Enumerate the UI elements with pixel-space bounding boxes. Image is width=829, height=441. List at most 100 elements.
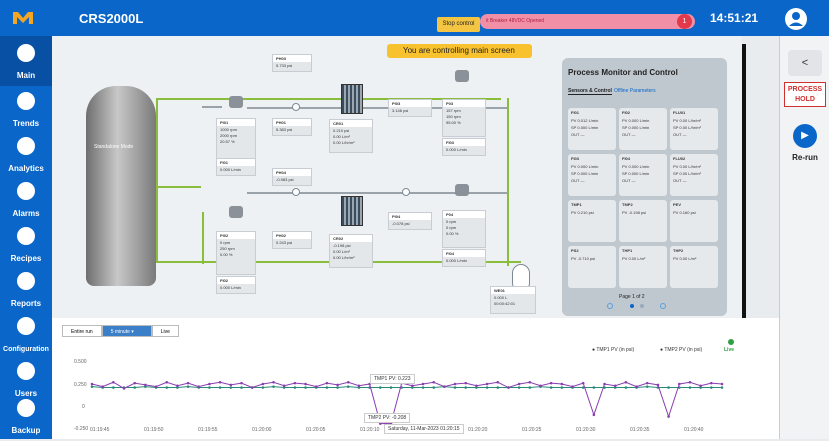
sidebar-item-reports[interactable]: Reports xyxy=(0,264,52,314)
data-point xyxy=(325,381,329,385)
pipe xyxy=(202,212,204,264)
rerun-label[interactable]: Re-run xyxy=(780,153,829,162)
pulse-icon xyxy=(17,92,35,110)
divider xyxy=(742,44,746,318)
monitor-card-value: PV -0.710 psi xyxy=(571,256,596,261)
pump-icon[interactable] xyxy=(229,206,243,218)
card-title: PH03 xyxy=(273,55,311,62)
sensor-card-pi04[interactable]: PI04 -0.078 psi xyxy=(388,212,432,230)
monitor-card-ps2[interactable]: PS2 PV -0.710 psi xyxy=(568,246,616,288)
sensor-card-ph02[interactable]: PH02 0.243 psi xyxy=(272,231,312,249)
valve-icon[interactable] xyxy=(292,188,300,196)
tank xyxy=(86,86,156,286)
sidebar-item-recipes[interactable]: Recipes xyxy=(0,219,52,269)
card-pv: 5.383 psi xyxy=(276,127,293,132)
weight-card-we01[interactable]: WE01 0.000 L 00:00:42:01 xyxy=(490,286,536,314)
filter-cassette-icon[interactable] xyxy=(341,84,363,114)
monitor-card-fi01[interactable]: FI01 PV 0.012 L/min SP 0.000 L/min OUT — xyxy=(568,108,616,150)
alert-count-badge[interactable]: 1 xyxy=(677,14,692,29)
monitor-card-pev[interactable]: PEV PV 0.160 psi xyxy=(670,200,718,242)
monitor-card-value: OUT — xyxy=(571,178,585,183)
pump-icon[interactable] xyxy=(455,184,469,196)
card-title: CR01 xyxy=(330,120,372,127)
pump-card-p04[interactable]: P04 0 rpm 0 rpm 0.00 % xyxy=(442,210,486,248)
data-point xyxy=(549,381,553,385)
monitor-card-tmp2[interactable]: TMP2 PV -0.198 psi xyxy=(619,200,667,242)
back-button[interactable]: < xyxy=(788,50,822,76)
data-point xyxy=(229,386,233,389)
filter-card-cr02[interactable]: CR02 -0.198 psi 0.00 L/m² 0.00 L/hr/m² xyxy=(329,234,373,268)
monitor-card-value: OUT — xyxy=(622,178,636,183)
home-icon xyxy=(17,44,35,62)
sidebar-item-analytics[interactable]: Analytics xyxy=(0,129,52,179)
trend-plot[interactable] xyxy=(52,318,779,439)
pump-icon[interactable] xyxy=(229,96,243,108)
page-dot-active[interactable] xyxy=(630,304,634,308)
sidebar-item-main[interactable]: Main xyxy=(0,36,52,86)
pump-card-p03[interactable]: P03 157 rpm 150 rpm 95.00 % xyxy=(442,99,486,137)
sensor-card-ph04[interactable]: PH04 -0.983 psi xyxy=(272,168,312,186)
filter-cassette-icon[interactable] xyxy=(341,196,363,226)
x-tick: 01:20:25 xyxy=(522,427,542,433)
sidebar-item-trends[interactable]: Trends xyxy=(0,84,52,134)
data-point xyxy=(176,384,179,388)
sidebar-item-label: Reports xyxy=(10,299,42,308)
data-point xyxy=(112,380,115,384)
monitor-card-title: TMP2 xyxy=(622,202,633,207)
data-point xyxy=(304,386,307,389)
monitor-card-thp2[interactable]: THP2 PV 0.00 L/m² xyxy=(670,246,718,288)
sensor-card-fi03[interactable]: FI03 0.000 L/min xyxy=(442,138,486,156)
filter-card-cr01[interactable]: CR01 0.210 psi 0.00 L/m² 0.00 L/hr/m² xyxy=(329,119,373,153)
data-point xyxy=(208,386,211,389)
monitor-card-value: PV 0.000 L/min xyxy=(622,118,650,123)
monitor-card-flu02[interactable]: FLU02 PV 0.00 L/hr/m² SP 0.00 L/hr/m² OUT — xyxy=(670,154,718,196)
user-profile-icon[interactable] xyxy=(785,8,807,30)
sensor-card-fi01[interactable]: FI01 0.000 L/min xyxy=(216,158,256,176)
card-title: FI03 xyxy=(443,139,485,146)
monitor-card-fi02[interactable]: FI02 PV 0.000 L/min SP 0.000 L/min OUT — xyxy=(619,108,667,150)
data-point xyxy=(517,386,521,389)
tank-label: Standalone Mode xyxy=(94,144,134,150)
sensor-card-pi03[interactable]: PI03 3.146 psi xyxy=(388,99,432,117)
monitor-card-thp1[interactable]: THP1 PV 0.00 L/m² xyxy=(619,246,667,288)
data-point xyxy=(592,386,596,389)
data-point xyxy=(165,380,169,384)
monitor-card-flu01[interactable]: FLU01 PV 0.00 L/hr/m² SP 0.00 L/hr/m² OUT — xyxy=(670,108,718,150)
sensor-card-fi04[interactable]: FI04 0.000 L/min xyxy=(442,249,486,267)
sidebar-item-backup[interactable]: Backup xyxy=(0,391,52,441)
pump-icon[interactable] xyxy=(455,70,469,82)
card-title: PI04 xyxy=(389,213,431,220)
tab-sensors-control[interactable]: Sensors & Control xyxy=(568,88,612,95)
sensor-card-ph01[interactable]: PH01 5.383 psi xyxy=(272,118,312,136)
sensor-card-ph03[interactable]: PH03 5.733 psi xyxy=(272,54,312,72)
sensor-card-fi02[interactable]: FI02 0.000 L/min xyxy=(216,276,256,294)
alert-banner[interactable]: it Breaker 48VDC Opened xyxy=(480,14,695,29)
card-title: P03 xyxy=(443,100,485,107)
pump-card-pi02[interactable]: PI02 0 rpm 250 rpm 0.00 % xyxy=(216,231,256,275)
card-pv: -0.983 psi xyxy=(276,177,294,182)
valve-icon[interactable] xyxy=(292,103,300,111)
page-dot[interactable] xyxy=(640,304,644,308)
data-point xyxy=(656,383,660,387)
sidebar-item-alarms[interactable]: Alarms xyxy=(0,174,52,224)
data-point xyxy=(485,386,489,389)
sidebar-item-configuration[interactable]: Configuration xyxy=(0,309,52,359)
monitor-card-value: PV 0.000 L/min xyxy=(622,164,650,169)
process-hold-button[interactable]: PROCESS HOLD xyxy=(784,82,826,107)
stop-control-button[interactable]: Stop control xyxy=(437,17,480,32)
data-point xyxy=(112,386,115,389)
card-title: PH04 xyxy=(273,169,311,176)
tab-offline-parameters[interactable]: Offline Parameters xyxy=(614,88,656,94)
card-title: PI02 xyxy=(217,232,255,239)
prev-page-icon[interactable] xyxy=(607,303,613,309)
rerun-icon[interactable]: ▶ xyxy=(793,124,817,148)
next-page-icon[interactable] xyxy=(660,303,666,309)
pump-card-pi01[interactable]: PI01 1000 rpm 2000 rpm 20.57 % xyxy=(216,118,256,162)
monitor-card-fi04[interactable]: FI04 PV 0.000 L/min SP 0.000 L/min OUT — xyxy=(619,154,667,196)
data-point xyxy=(710,386,713,389)
analytics-icon xyxy=(17,137,35,155)
monitor-card-tmp1[interactable]: TMP1 PV 0.210 psi xyxy=(568,200,616,242)
main-area: You are controlling main screen Standalo… xyxy=(52,36,779,439)
valve-icon[interactable] xyxy=(402,188,410,196)
monitor-card-fi03[interactable]: FI03 PV 0.000 L/min SP 0.000 L/min OUT — xyxy=(568,154,616,196)
